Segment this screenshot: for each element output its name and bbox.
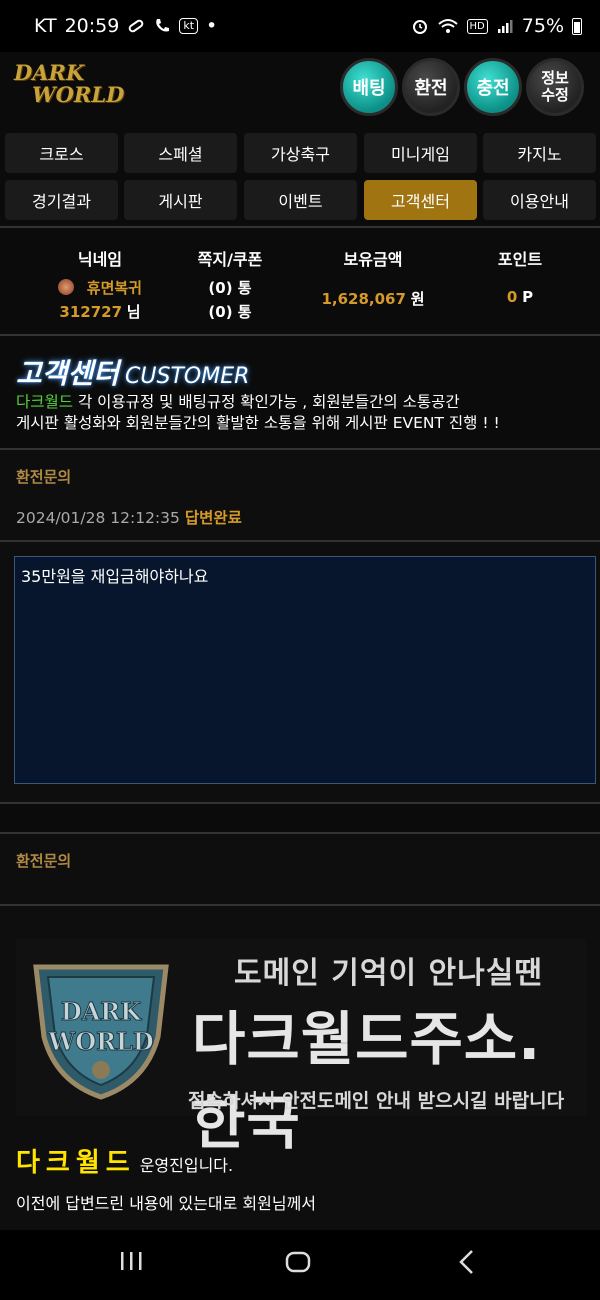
nav-guide[interactable]: 이용안내 (483, 180, 596, 220)
answer-header: 환전문의 (0, 832, 600, 906)
balance-col: 보유금액 1,628,067 원 (308, 246, 438, 309)
status-bar: KT 20:59 kt • HD 75% (0, 0, 600, 52)
back-icon[interactable] (455, 1248, 479, 1283)
deposit-button[interactable]: 충전 (464, 58, 522, 116)
question-datetime: 2024/01/28 12:12:35 (16, 509, 180, 527)
domain-banner[interactable]: DARK WORLD 도메인 기억이 안나실땐 다크월드주소.한국 접속하셔서 … (16, 938, 586, 1157)
page-title: 고객센터 CUSTOMER (16, 352, 249, 392)
recent-apps-icon[interactable] (118, 1248, 144, 1281)
alarm-icon (411, 17, 429, 35)
nav-minigame[interactable]: 미니게임 (364, 133, 477, 173)
call-icon (153, 17, 171, 35)
brand-name: 다크월드 (16, 393, 74, 411)
withdraw-button[interactable]: 환전 (402, 58, 460, 116)
member-suffix: 님 (126, 303, 141, 321)
nav-results[interactable]: 경기결과 (5, 180, 118, 220)
messages-count[interactable]: (0) 통 (170, 277, 290, 298)
points-label: 포인트 (497, 250, 543, 269)
wifi-icon (437, 17, 459, 35)
nav-virtual-soccer[interactable]: 가상축구 (244, 133, 357, 173)
banner-line3: 접속하셔서 안전도메인 안내 받으시길 바랍니다 (188, 1090, 565, 1112)
divider (0, 802, 600, 804)
answer-status-badge: 답변완료 (184, 509, 242, 527)
answer-signature: 다크월드 운영진입니다. (16, 1142, 233, 1179)
page-title-en: CUSTOMER (125, 364, 250, 389)
nav-board[interactable]: 게시판 (124, 180, 237, 220)
logo-line1: DARK (14, 60, 85, 85)
notification-dot: • (206, 15, 218, 37)
question-meta: 2024/01/28 12:12:35 답변완료 (16, 506, 242, 528)
answer-category: 환전문의 (16, 852, 72, 870)
banner-line1: 도메인 기억이 안나실땐 (234, 956, 543, 991)
question-header: 환전문의 2024/01/28 12:12:35 답변완료 (0, 448, 600, 542)
desc-line1: 각 이용규정 및 배팅규정 확인가능 , 회원분들간의 소통공간 (73, 393, 460, 411)
betting-button[interactable]: 배팅 (340, 58, 398, 116)
main-nav: 크로스 스페셜 가상축구 미니게임 카지노 경기결과 게시판 이벤트 고객센터 … (0, 126, 600, 224)
nav-event[interactable]: 이벤트 (244, 180, 357, 220)
site-logo[interactable]: DARK WORLD (14, 60, 125, 112)
balance-unit: 원 (410, 290, 425, 308)
points-unit: P (522, 288, 534, 306)
nav-casino[interactable]: 카지노 (483, 133, 596, 173)
nickname-label: 닉네임 (77, 250, 123, 269)
carrier-label: KT (34, 15, 57, 37)
points-value: 0 (506, 288, 518, 306)
member-status: 휴면복귀 (86, 279, 142, 297)
page-title-ko: 고객센터 (16, 357, 120, 390)
clock: 20:59 (64, 15, 120, 37)
level-icon (58, 279, 74, 295)
banner-domain: 다크월드주소.한국 (192, 1005, 542, 1157)
page-description: 다크월드 각 이용규정 및 배팅규정 확인가능 , 회원분들간의 소통공간 게시… (16, 392, 500, 434)
profile-edit-button[interactable]: 정보 수정 (526, 58, 584, 116)
balance-value: 1,628,067 (321, 290, 406, 308)
desc-line2: 게시판 활성화와 회원분들간의 활발한 소통을 위해 게시판 EVENT 진행 … (16, 414, 500, 432)
messages-col: 쪽지/쿠폰 (0) 통 (0) 통 (170, 246, 290, 322)
shield-text-2: WORLD (47, 1027, 154, 1056)
messages-label: 쪽지/쿠폰 (197, 250, 263, 269)
nav-special[interactable]: 스페셜 (124, 133, 237, 173)
member-id: 312727 (59, 303, 123, 321)
nav-cross[interactable]: 크로스 (5, 133, 118, 173)
hd-voice-icon: HD (466, 18, 488, 34)
points-col: 포인트 0 P (470, 246, 570, 306)
nickname-col: 닉네임 휴면복귀 312727 님 (30, 246, 170, 322)
android-nav-bar (0, 1230, 600, 1300)
balance-label: 보유금액 (343, 250, 403, 269)
question-content[interactable]: 35만원을 재입금해야하나요 (14, 556, 596, 784)
carrier-badge: kt (179, 18, 199, 34)
home-icon[interactable] (284, 1248, 312, 1283)
coupons-count[interactable]: (0) 통 (170, 301, 290, 322)
signature-brand: 다크월드 (16, 1148, 136, 1178)
shield-text-1: DARK (61, 997, 142, 1026)
user-info-panel: 닉네임 휴면복귀 312727 님 쪽지/쿠폰 (0) 통 (0) 통 보유금액… (0, 228, 600, 334)
signature-rest: 운영진입니다. (139, 1156, 234, 1175)
logo-line2: WORLD (32, 82, 125, 107)
battery-percent: 75% (521, 15, 564, 37)
divider (0, 334, 600, 336)
question-category: 환전문의 (16, 468, 72, 486)
battery-icon (572, 17, 582, 35)
answer-body-text: 이전에 답변드린 내용에 있는대로 회원님께서 (16, 1194, 317, 1213)
signal-icon (496, 17, 514, 35)
link-icon (127, 17, 145, 35)
site-header: DARK WORLD 배팅 환전 충전 정보 수정 (0, 52, 600, 126)
shield-logo-icon: DARK WORLD (33, 964, 169, 1100)
nav-customer-center[interactable]: 고객센터 (364, 180, 477, 220)
